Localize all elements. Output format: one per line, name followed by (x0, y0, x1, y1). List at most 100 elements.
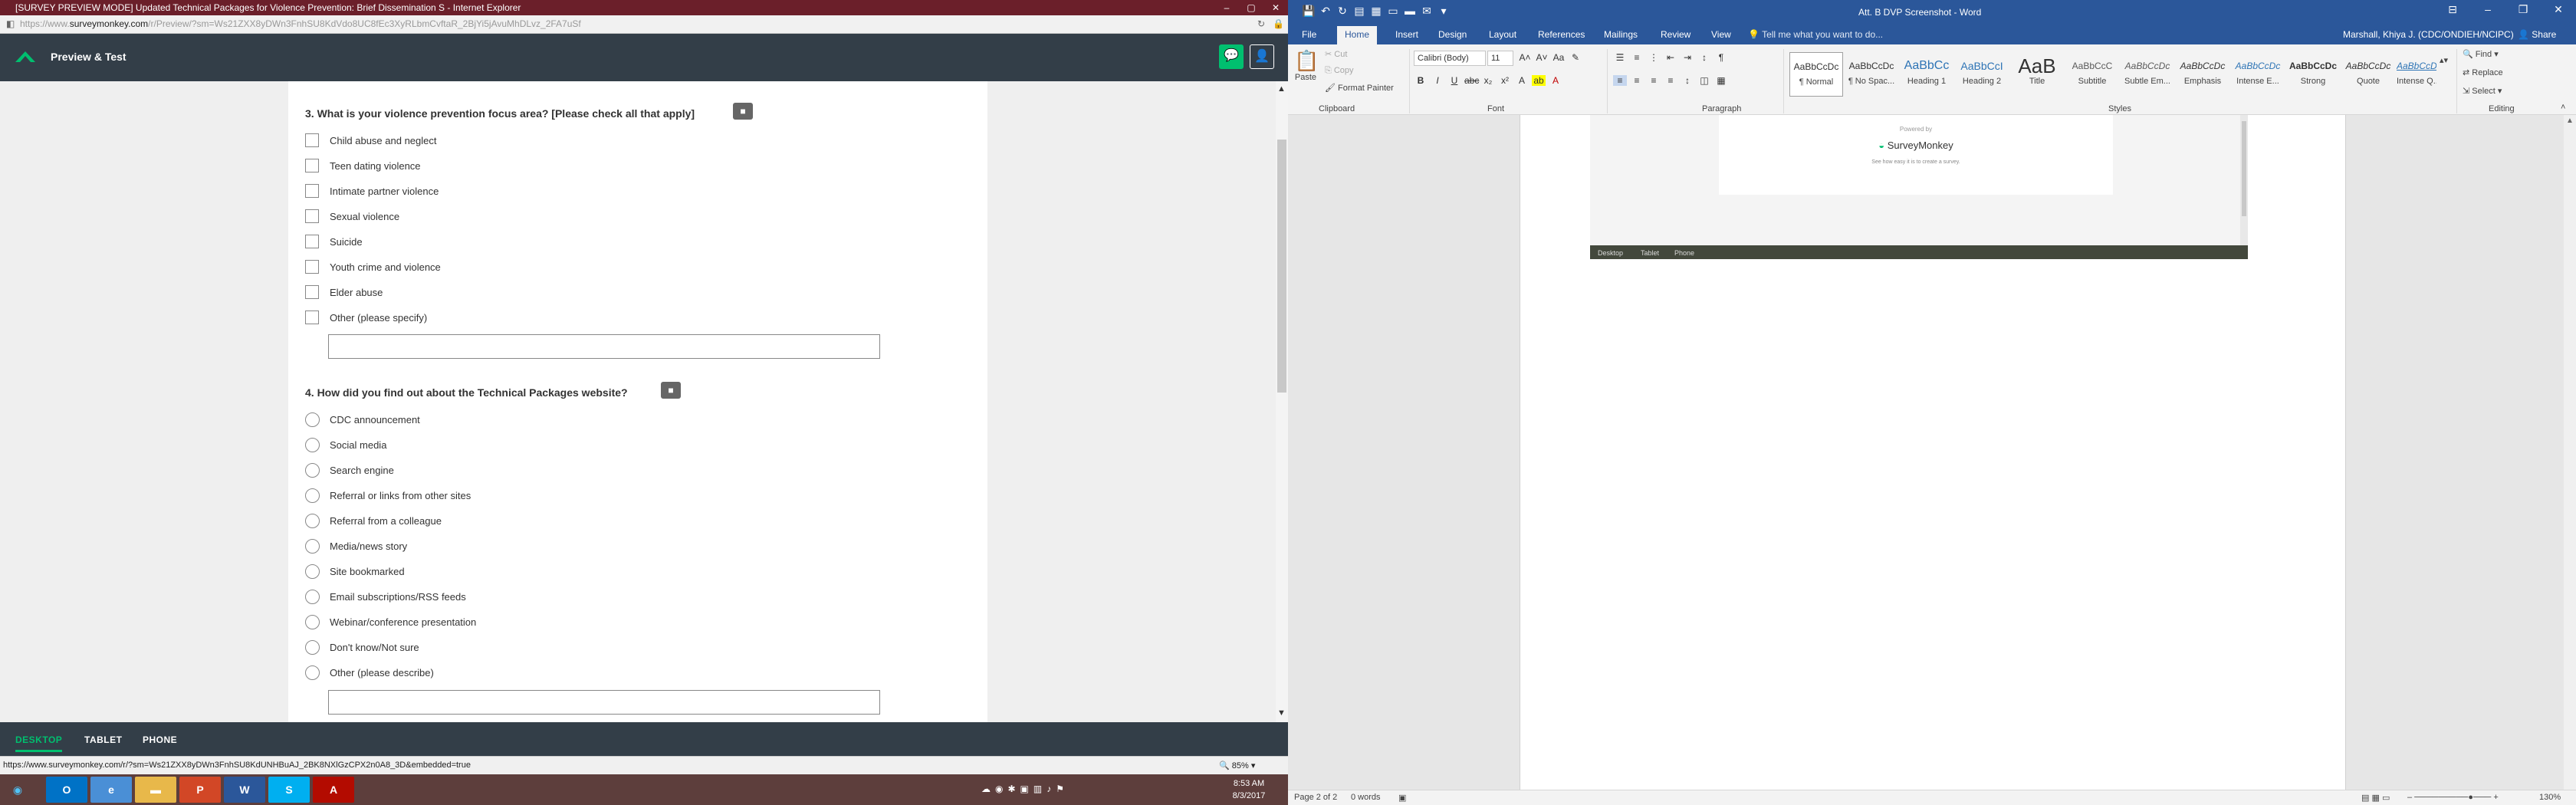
multilevel-icon[interactable]: ⋮ (1647, 52, 1661, 63)
tab-layout[interactable]: Layout (1489, 29, 1516, 40)
font-size-combo[interactable]: 11 (1487, 51, 1513, 66)
bold-icon[interactable]: B (1414, 75, 1428, 86)
tab-file[interactable]: File (1302, 29, 1316, 40)
q4-option[interactable]: Search engine (305, 462, 394, 478)
line-spacing-icon[interactable]: ↕ (1681, 75, 1694, 86)
align-center-icon[interactable]: ≡ (1630, 75, 1644, 86)
q4-option[interactable]: Email subscriptions/RSS feeds (305, 589, 466, 604)
tell-me-box[interactable]: 💡 Tell me what you want to do... (1748, 29, 1883, 40)
checkbox[interactable] (305, 209, 319, 223)
close-icon[interactable]: ✕ (1263, 0, 1288, 15)
radio[interactable] (305, 589, 320, 604)
tray-network-icon[interactable]: ▥ (1033, 784, 1042, 794)
style-heading-1[interactable]: AaBbCc Heading 1 (1900, 52, 1953, 97)
style-intense-quote[interactable]: AaBbCcDc Intense Q... (2397, 52, 2436, 97)
proofing-icon[interactable]: ▣ (1398, 793, 1406, 803)
paste-button[interactable]: 📋 Paste (1294, 49, 1319, 82)
q3-option[interactable]: Other (please specify) (305, 310, 427, 325)
tab-tablet[interactable]: TABLET (84, 734, 122, 745)
style-heading-2[interactable]: AaBbCcI Heading 2 (1955, 52, 2009, 97)
q3-option[interactable]: Elder abuse (305, 284, 383, 300)
scrollbar-thumb[interactable] (1277, 140, 1286, 393)
style-subtitle[interactable]: AaBbCcC Subtitle (2065, 52, 2119, 97)
tray-flag-icon[interactable]: ⚑ (1056, 784, 1064, 794)
change-case-icon[interactable]: Aa (1552, 52, 1566, 63)
tray-cloud-icon[interactable]: ☁ (981, 784, 991, 794)
cut-button[interactable]: ✂ Cut (1325, 49, 1347, 59)
checkbox[interactable] (305, 310, 319, 324)
show-marks-icon[interactable]: ¶ (1714, 52, 1728, 63)
radio[interactable] (305, 538, 320, 554)
q4-option[interactable]: Other (please describe) (305, 665, 434, 680)
tray-lock-icon[interactable]: ▣ (1020, 784, 1029, 794)
align-right-icon[interactable]: ≡ (1647, 75, 1661, 86)
q4-option[interactable]: CDC announcement (305, 412, 420, 427)
grow-font-icon[interactable]: A˄ (1518, 52, 1532, 63)
q4-option[interactable]: Webinar/conference presentation (305, 614, 476, 629)
subscript-icon[interactable]: x₂ (1481, 75, 1495, 86)
text-effects-icon[interactable]: A (1515, 75, 1529, 86)
close-icon[interactable]: ✕ (2541, 3, 2576, 16)
restore-icon[interactable]: ❐ (2505, 3, 2541, 16)
style-subtle-emphasis[interactable]: AaBbCcDc Subtle Em... (2121, 52, 2174, 97)
tab-view[interactable]: View (1711, 29, 1731, 40)
ribbon-options-icon[interactable]: ⊟ (2435, 3, 2470, 16)
align-left-icon[interactable]: ≡ (1613, 75, 1627, 86)
print-layout-icon[interactable]: ▦ (2371, 794, 2379, 803)
radio[interactable] (305, 614, 320, 629)
comment-icon[interactable]: 💬 (1219, 44, 1244, 69)
q3-other-input[interactable] (328, 334, 880, 359)
share-button[interactable]: 👤 Share (2518, 29, 2556, 40)
increase-indent-icon[interactable]: ⇥ (1681, 52, 1694, 63)
numbering-icon[interactable]: ≡ (1630, 52, 1644, 63)
open-icon[interactable]: ▤ (1351, 5, 1368, 18)
italic-icon[interactable]: I (1431, 75, 1444, 86)
checkbox[interactable] (305, 184, 319, 198)
font-name-combo[interactable]: Calibri (Body) (1414, 51, 1486, 66)
outlook-icon[interactable]: O (46, 777, 87, 803)
style-no-spacing[interactable]: AaBbCcDc ¶ No Spac... (1845, 52, 1898, 97)
q4-option[interactable]: Referral from a colleague (305, 513, 442, 528)
format-painter-button[interactable]: 🖌 Format Painter (1325, 83, 1394, 93)
skype-icon[interactable]: S (268, 777, 310, 803)
style-strong[interactable]: AaBbCcDc Strong (2286, 52, 2340, 97)
radio[interactable] (305, 462, 320, 478)
checkbox[interactable] (305, 235, 319, 248)
checkbox[interactable] (305, 285, 319, 299)
q4-option[interactable]: Referral or links from other sites (305, 488, 471, 503)
q4-option[interactable]: Media/news story (305, 538, 407, 554)
start-icon[interactable]: ◉ (0, 777, 35, 803)
q4-option[interactable]: Social media (305, 437, 386, 452)
shrink-font-icon[interactable]: A˅ (1535, 52, 1549, 63)
q3-comment-icon[interactable]: ■ (733, 103, 753, 120)
checkbox[interactable] (305, 260, 319, 274)
scroll-up-icon[interactable]: ▲ (2566, 117, 2574, 125)
style-emphasis[interactable]: AaBbCcDc Emphasis (2176, 52, 2229, 97)
radio[interactable] (305, 412, 320, 427)
replace-button[interactable]: ⇄ Replace (2463, 67, 2503, 77)
tab-review[interactable]: Review (1661, 29, 1691, 40)
select-button[interactable]: ⇲ Select ▾ (2463, 86, 2502, 96)
document-scrollbar[interactable]: ▲ (2564, 115, 2576, 790)
radio[interactable] (305, 513, 320, 528)
find-button[interactable]: 🔍 Find ▾ (2463, 49, 2499, 59)
highlight-icon[interactable]: ab (1532, 75, 1546, 86)
surveymonkey-logo-icon[interactable] (14, 48, 37, 67)
taskbar-clock[interactable]: 8:53 AM 8/3/2017 (1230, 777, 1268, 802)
read-mode-icon[interactable]: ▤ (2361, 794, 2369, 803)
zoom-slider[interactable]: – ─────────●─── + (2407, 793, 2499, 802)
new-icon[interactable]: ▭ (1385, 5, 1401, 18)
q3-option[interactable]: Youth crime and violence (305, 259, 441, 274)
user-icon[interactable]: 👤 (1250, 44, 1274, 69)
style-quote[interactable]: AaBbCcDc Quote (2341, 52, 2395, 97)
q4-option[interactable]: Site bookmarked (305, 564, 405, 579)
refresh-icon[interactable]: ↻ (1257, 18, 1265, 29)
q4-option[interactable]: Don't know/Not sure (305, 639, 419, 655)
undo-icon[interactable]: ↶ (1317, 5, 1334, 18)
q4-comment-icon[interactable]: ■ (661, 382, 681, 399)
page-count[interactable]: Page 2 of 2 (1294, 793, 1337, 802)
q3-option[interactable]: Suicide (305, 234, 363, 249)
clear-format-icon[interactable]: ✎ (1569, 52, 1582, 63)
survey-scrollbar[interactable]: ▲ ▼ (1276, 81, 1288, 722)
embedded-screenshot[interactable]: Powered by ◒ SurveyMonkey See how easy i… (1590, 115, 2248, 259)
